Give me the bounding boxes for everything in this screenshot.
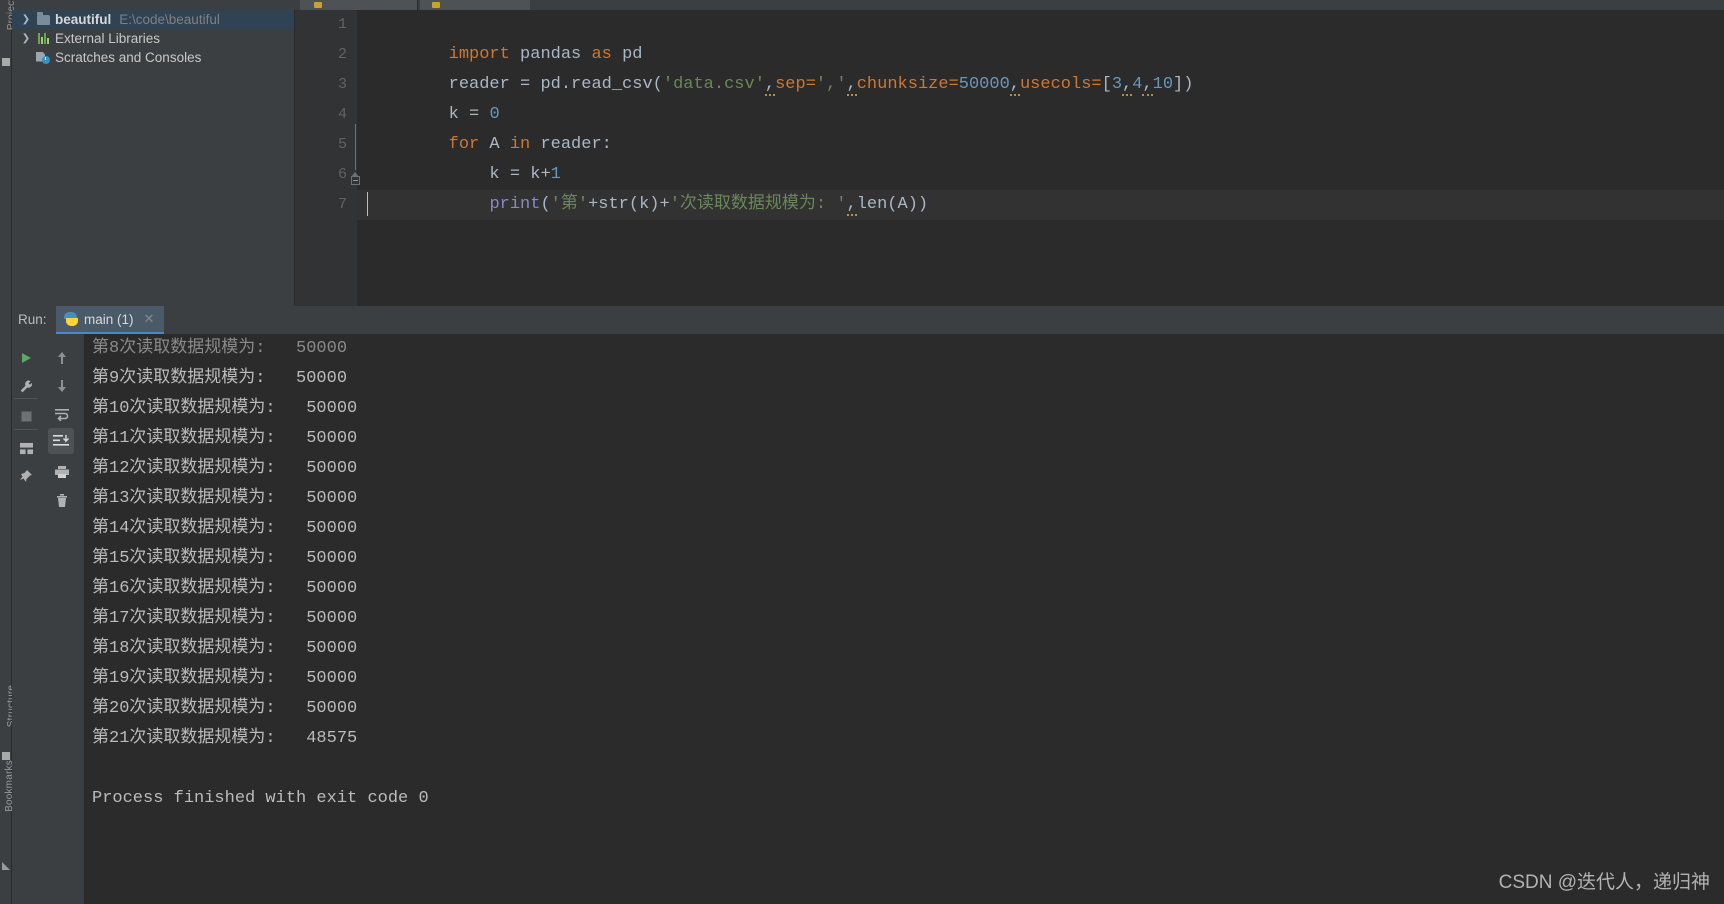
run-tool-window: Run: main (1) ✕ 第8次读取数据规模为: 50000 第9次读取数… (12, 306, 1724, 904)
line-number: 1 (337, 16, 347, 33)
code-line-1: import pandas as pd (448, 45, 643, 64)
print-button[interactable] (50, 460, 74, 484)
library-icon (34, 32, 52, 46)
text-caret (367, 192, 368, 216)
ide-window: Project Structure Bookmarks ❯ beautiful … (0, 0, 1724, 904)
scroll-up-button[interactable] (50, 346, 74, 370)
run-tab-title: main (1) (84, 311, 134, 327)
line-number: 3 (337, 76, 347, 93)
rerun-button[interactable] (14, 346, 38, 370)
scratches-icon (34, 51, 52, 65)
trash-icon[interactable] (50, 488, 74, 512)
chevron-right-icon[interactable]: ❯ (18, 33, 34, 44)
scroll-to-end-button[interactable] (48, 428, 74, 454)
code-line-6: print('第'+str(k)+'次读取数据规模为: ',len(A)) (489, 195, 929, 216)
left-tool-rail: Project Structure Bookmarks (0, 0, 17, 904)
folder-icon (34, 11, 52, 27)
python-file-icon (314, 2, 322, 8)
console-line: 第12次读取数据规模为: 50000 (92, 459, 358, 478)
stop-button[interactable] (14, 404, 38, 428)
run-label: Run: (18, 312, 47, 327)
scroll-down-button[interactable] (50, 374, 74, 398)
tree-item-path: E:\code\beautiful (119, 12, 220, 27)
rail-bookmark-icon (2, 862, 10, 870)
code-fold-region-line (355, 124, 356, 170)
tree-item-beautiful[interactable]: ❯ beautiful E:\code\beautiful (12, 10, 294, 29)
line-number: 5 (337, 136, 347, 153)
run-toolbar (12, 334, 84, 904)
layout-button[interactable] (14, 436, 38, 460)
console-line: Process finished with exit code 0 (92, 789, 429, 808)
console-line: 第21次读取数据规模为: 48575 (92, 729, 358, 748)
line-number: 4 (337, 106, 347, 123)
python-file-icon (432, 2, 440, 8)
code-editor[interactable]: 1 2 3 4 5 6 7 import pandas as pd reader… (295, 10, 1724, 306)
tree-item-scratches-and-consoles[interactable]: ❯ Scratches and Consoles (12, 48, 294, 67)
python-icon (64, 312, 78, 326)
console-line: 第10次读取数据规模为: 50000 (92, 399, 358, 418)
run-tool-header: Run: main (1) ✕ (12, 306, 1724, 334)
rail-box-icon (2, 58, 10, 66)
tree-item-name: beautiful (55, 12, 112, 27)
close-icon[interactable]: ✕ (144, 311, 155, 327)
editor-code-area[interactable]: import pandas as pd reader = pd.read_csv… (357, 10, 1724, 306)
pin-button[interactable] (14, 464, 38, 488)
line-number: 2 (337, 46, 347, 63)
editor-line-number-gutter: 1 2 3 4 5 6 7 (295, 10, 360, 306)
chevron-right-icon[interactable]: ❯ (18, 14, 34, 25)
console-line: 第11次读取数据规模为: 50000 (92, 429, 358, 448)
settings-button[interactable] (14, 374, 38, 398)
tree-item-name: External Libraries (55, 31, 161, 46)
console-line: 第9次读取数据规模为: 50000 (92, 369, 348, 388)
console-line: 第16次读取数据规模为: 50000 (92, 579, 358, 598)
console-line: 第20次读取数据规模为: 50000 (92, 699, 358, 718)
console-output[interactable]: 第8次读取数据规模为: 50000 第9次读取数据规模为: 50000 第10次… (84, 334, 1724, 904)
watermark: CSDN @迭代人，递归神 (1498, 872, 1710, 893)
console-line: 第13次读取数据规模为: 50000 (92, 489, 358, 508)
project-tool-window: ❯ beautiful E:\code\beautiful ❯ External… (12, 10, 295, 306)
toolbar-divider (14, 398, 38, 399)
line-number: 6 (337, 166, 347, 183)
console-line: 第15次读取数据规模为: 50000 (92, 549, 358, 568)
line-number: 7 (337, 196, 347, 213)
run-tab-main[interactable]: main (1) ✕ (56, 306, 165, 334)
editor-tab-active[interactable] (420, 0, 530, 10)
console-line: 第8次读取数据规模为: 50000 (92, 339, 348, 358)
editor-tab-inactive[interactable] (300, 0, 418, 10)
console-line: 第19次读取数据规模为: 50000 (92, 669, 358, 688)
code-line-4: for A in reader: (448, 135, 612, 154)
console-line: 第14次读取数据规模为: 50000 (92, 519, 358, 538)
console-line: 第18次读取数据规模为: 50000 (92, 639, 358, 658)
console-line: 第17次读取数据规模为: 50000 (92, 609, 358, 628)
editor-tab-strip (0, 0, 1724, 10)
soft-wrap-button[interactable] (50, 402, 74, 426)
toolbar-divider (14, 429, 38, 430)
tree-item-name: Scratches and Consoles (55, 50, 202, 65)
tree-item-external-libraries[interactable]: ❯ External Libraries (12, 29, 294, 48)
